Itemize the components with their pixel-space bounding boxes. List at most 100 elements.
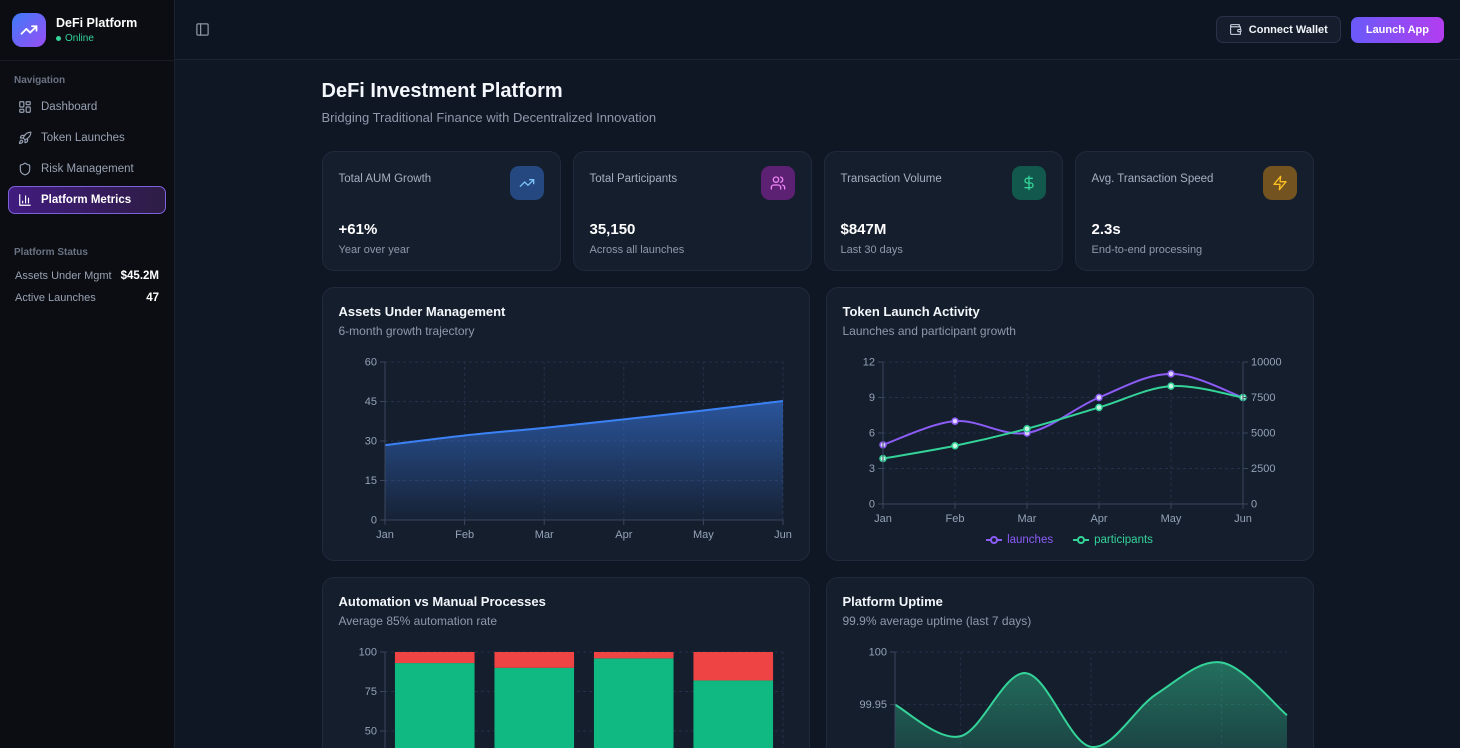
sidebar-item-token-launches[interactable]: Token Launches <box>8 124 166 152</box>
trending-up-icon <box>20 21 38 39</box>
svg-text:May: May <box>1160 513 1181 525</box>
chart-legend: launches participants <box>843 534 1297 546</box>
online-status: Online <box>56 33 137 44</box>
chart-subtitle: Launches and participant growth <box>843 324 1297 338</box>
stat-sub: Year over year <box>339 244 544 256</box>
svg-text:60: 60 <box>364 357 376 369</box>
platform-status-label: Platform Status <box>8 247 166 258</box>
status-row-label: Assets Under Mgmt <box>15 270 112 282</box>
svg-text:75: 75 <box>364 686 376 698</box>
svg-text:12: 12 <box>862 357 874 369</box>
stat-sub: Last 30 days <box>841 244 1046 256</box>
stat-sub: End-to-end processing <box>1092 244 1297 256</box>
sidebar-item-risk-management[interactable]: Risk Management <box>8 155 166 183</box>
stat-sub: Across all launches <box>590 244 795 256</box>
uptime-area-chart: 99.999.95100 <box>843 640 1299 748</box>
chart-title: Platform Uptime <box>843 594 1297 609</box>
svg-text:Jan: Jan <box>874 513 892 525</box>
svg-text:100: 100 <box>868 647 886 659</box>
sidebar-item-platform-metrics[interactable]: Platform Metrics <box>8 186 166 214</box>
svg-text:10000: 10000 <box>1251 357 1282 369</box>
online-status-label: Online <box>65 33 94 44</box>
svg-text:Jun: Jun <box>774 529 792 541</box>
stats-grid: Total AUM Growth +61% Year over year Tot… <box>322 151 1314 271</box>
stat-value: 35,150 <box>590 221 795 238</box>
zap-icon <box>1263 166 1297 200</box>
legend-item-launches[interactable]: launches <box>986 534 1053 546</box>
trending-up-icon <box>510 166 544 200</box>
chart-title: Assets Under Management <box>339 304 793 319</box>
wallet-icon <box>1229 23 1242 36</box>
sidebar-item-label: Risk Management <box>41 163 134 175</box>
svg-text:30: 30 <box>364 436 376 448</box>
online-dot-icon <box>56 36 61 41</box>
main-area: Connect Wallet Launch App DeFi Investmen… <box>175 0 1460 748</box>
dashboard-grid-icon <box>18 100 32 114</box>
token-launch-line-chart: 036912025005000750010000JanFebMarAprMayJ… <box>843 350 1299 532</box>
svg-text:50: 50 <box>364 726 376 738</box>
sidebar-item-dashboard[interactable]: Dashboard <box>8 93 166 121</box>
chart-subtitle: 6-month growth trajectory <box>339 324 793 338</box>
page-title: DeFi Investment Platform <box>322 80 1314 103</box>
brand-block: DeFi Platform Online <box>0 0 174 61</box>
brand-name: DeFi Platform <box>56 16 137 30</box>
aum-area-chart: 015304560JanFebMarAprMayJun <box>339 350 795 550</box>
charts-row-2: Automation vs Manual Processes Average 8… <box>322 577 1314 748</box>
stat-value: $847M <box>841 221 1046 238</box>
sidebar-toggle-button[interactable] <box>191 18 214 41</box>
dollar-sign-icon <box>1012 166 1046 200</box>
status-row-label: Active Launches <box>15 292 96 304</box>
status-row-value: 47 <box>146 292 159 304</box>
chart-subtitle: 99.9% average uptime (last 7 days) <box>843 614 1297 628</box>
svg-text:5000: 5000 <box>1251 428 1275 440</box>
svg-text:9: 9 <box>868 392 874 404</box>
legend-line-icon <box>986 535 1002 545</box>
legend-label: participants <box>1094 534 1153 546</box>
uptime-chart-card: Platform Uptime 99.9% average uptime (la… <box>826 577 1314 748</box>
connect-wallet-label: Connect Wallet <box>1249 24 1328 36</box>
sidebar-item-label: Platform Metrics <box>41 194 131 206</box>
svg-text:3: 3 <box>868 463 874 475</box>
page-subtitle: Bridging Traditional Finance with Decent… <box>322 110 1314 125</box>
stat-label: Total Participants <box>590 173 678 185</box>
stat-label: Transaction Volume <box>841 173 942 185</box>
svg-text:May: May <box>693 529 714 541</box>
svg-text:2500: 2500 <box>1251 463 1275 475</box>
svg-text:45: 45 <box>364 396 376 408</box>
legend-line-icon <box>1073 535 1089 545</box>
svg-text:Feb: Feb <box>945 513 964 525</box>
connect-wallet-button[interactable]: Connect Wallet <box>1216 16 1341 43</box>
chart-subtitle: Average 85% automation rate <box>339 614 793 628</box>
svg-text:Mar: Mar <box>534 529 553 541</box>
status-row-aum: Assets Under Mgmt $45.2M <box>8 265 166 287</box>
svg-text:7500: 7500 <box>1251 392 1275 404</box>
automation-chart-card: Automation vs Manual Processes Average 8… <box>322 577 810 748</box>
svg-text:6: 6 <box>868 428 874 440</box>
svg-text:Jun: Jun <box>1234 513 1252 525</box>
sidebar-item-label: Dashboard <box>41 101 97 113</box>
svg-text:Feb: Feb <box>455 529 474 541</box>
stat-card-speed: Avg. Transaction Speed 2.3s End-to-end p… <box>1075 151 1314 271</box>
bar-chart-icon <box>18 193 32 207</box>
nav-section: Navigation Dashboard Token Launches Risk… <box>0 61 174 217</box>
stat-value: 2.3s <box>1092 221 1297 238</box>
svg-text:Mar: Mar <box>1017 513 1036 525</box>
app-logo <box>12 13 46 47</box>
stat-card-volume: Transaction Volume $847M Last 30 days <box>824 151 1063 271</box>
svg-text:0: 0 <box>868 499 874 511</box>
nav-section-label: Navigation <box>8 75 166 86</box>
chart-title: Token Launch Activity <box>843 304 1297 319</box>
shield-icon <box>18 162 32 176</box>
topbar: Connect Wallet Launch App <box>175 0 1460 60</box>
sidebar: DeFi Platform Online Navigation Dashboar… <box>0 0 175 748</box>
launch-app-button[interactable]: Launch App <box>1351 17 1444 43</box>
legend-item-participants[interactable]: participants <box>1073 534 1153 546</box>
page-content: DeFi Investment Platform Bridging Tradit… <box>175 60 1460 748</box>
token-launch-chart-card: Token Launch Activity Launches and parti… <box>826 287 1314 561</box>
status-row-value: $45.2M <box>121 270 159 282</box>
legend-label: launches <box>1007 534 1053 546</box>
panel-left-icon <box>195 22 210 37</box>
charts-row-1: Assets Under Management 6-month growth t… <box>322 287 1314 561</box>
rocket-icon <box>18 131 32 145</box>
svg-text:100: 100 <box>358 647 376 659</box>
